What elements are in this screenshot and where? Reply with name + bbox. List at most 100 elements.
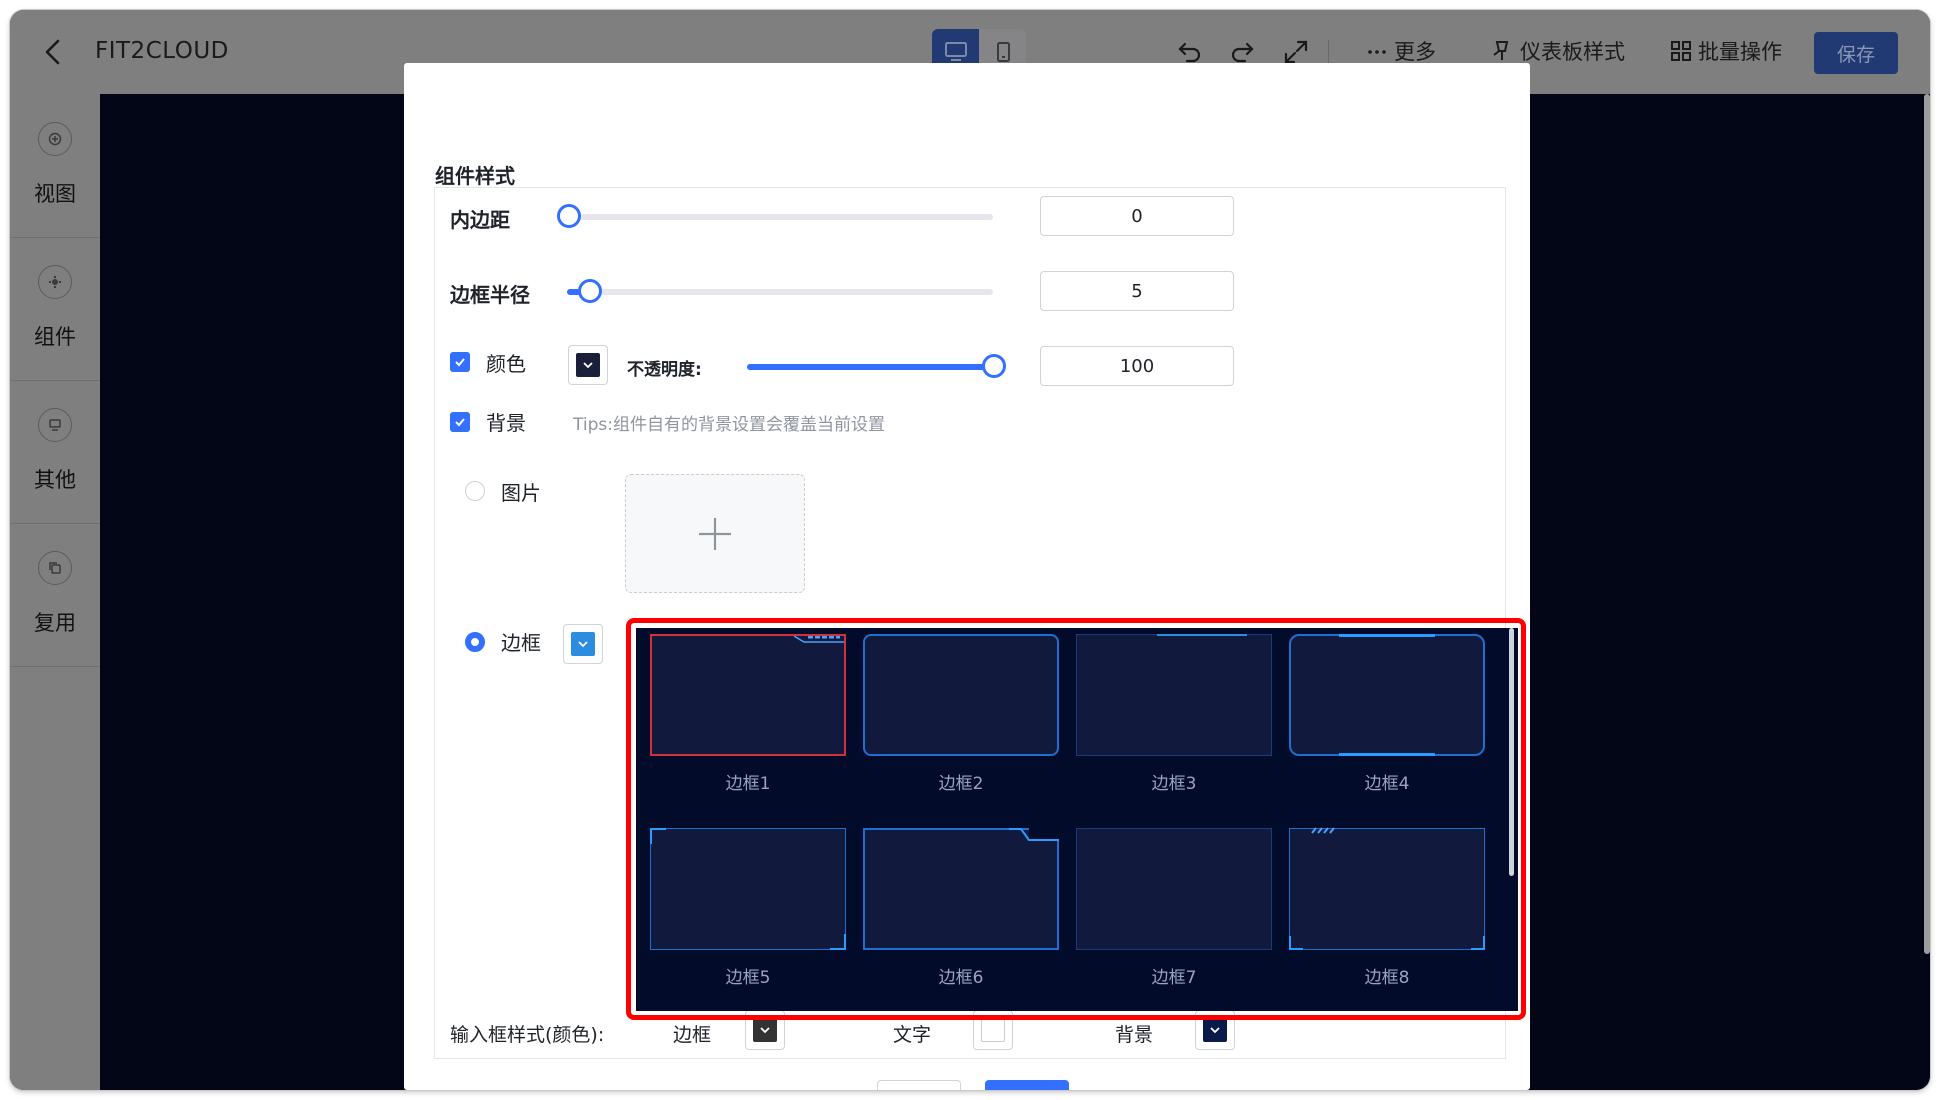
border-label-2: 边框2	[938, 774, 984, 794]
save-button[interactable]: 保存	[1814, 32, 1898, 74]
app-title: FIT2CLOUD	[95, 38, 229, 64]
padding-slider[interactable]	[567, 214, 993, 220]
padding-label: 内边距	[450, 208, 510, 232]
border-color-picker[interactable]	[563, 624, 603, 664]
border-tile-5[interactable]	[650, 828, 846, 950]
radius-label: 边框半径	[450, 283, 530, 307]
sidebar-item-other[interactable]: 其他	[10, 380, 100, 524]
dashboard-style-label: 仪表板样式	[1520, 40, 1625, 64]
border-tile-8[interactable]	[1289, 827, 1485, 950]
more-menu[interactable]: 更多	[1366, 36, 1436, 66]
border-radio-label: 边框	[501, 631, 541, 655]
chevron-down-icon	[760, 1027, 770, 1034]
color-checkbox[interactable]	[450, 352, 470, 372]
border-radio[interactable]	[465, 632, 485, 652]
border-tile-6[interactable]	[863, 828, 1059, 950]
back-icon[interactable]	[34, 32, 74, 72]
border-tile-1[interactable]	[650, 634, 846, 756]
border-deco-5b	[830, 934, 846, 950]
sidebar-item-component[interactable]: 组件	[10, 237, 100, 381]
left-sidebar: 视图 组件 其他 复用	[10, 94, 100, 1090]
batch-ops-menu[interactable]: 批量操作	[1670, 36, 1782, 66]
radius-slider[interactable]	[567, 289, 993, 295]
component-style-dialog: 组件样式 内边距 0 边框半径 5 颜色 不透明度: 100 背景 Tips:组…	[404, 63, 1530, 1090]
border-label-8: 边框8	[1364, 968, 1410, 988]
border-label-4: 边框4	[1364, 774, 1410, 794]
app-window: FIT2CLOUD 更多 仪表板样式 批量操作 保存 视图 组件 其他 复用 组…	[10, 10, 1930, 1090]
chevron-down-icon	[583, 362, 593, 369]
border-selector: 边框1 边框2 边框3 边框4 边框5 边框6 边框7 边框8	[636, 628, 1518, 1011]
border-deco-8	[1311, 827, 1335, 834]
cancel-button[interactable]	[877, 1080, 961, 1090]
sidebar-item-label: 其他	[34, 468, 76, 492]
border-deco-8c	[1471, 936, 1485, 950]
border-tile-3[interactable]	[1076, 634, 1272, 756]
background-checkbox[interactable]	[450, 412, 470, 432]
monitor-icon	[944, 42, 967, 61]
input-border-label: 边框	[673, 1024, 712, 1046]
border-deco-4	[1339, 634, 1435, 637]
input-text-label: 文字	[893, 1024, 932, 1046]
paint-icon	[1493, 41, 1509, 60]
border-label-1: 边框1	[725, 774, 771, 794]
section-title: 组件样式	[435, 164, 515, 188]
image-upload[interactable]	[625, 474, 805, 593]
border-deco-8b	[1289, 936, 1303, 950]
other-icon	[38, 408, 72, 442]
border-label-6: 边框6	[938, 968, 984, 988]
input-border-swatch	[753, 1018, 777, 1042]
sidebar-item-label: 视图	[34, 182, 76, 206]
input-style-label: 输入框样式(颜色):	[450, 1024, 605, 1046]
border-label-5: 边框5	[725, 968, 771, 988]
more-label: 更多	[1394, 40, 1436, 64]
phone-icon	[996, 42, 1010, 62]
plus-icon	[699, 517, 731, 550]
ellipsis-icon	[1368, 50, 1386, 54]
opacity-slider-thumb[interactable]	[982, 354, 1006, 378]
border-tile-7[interactable]	[1076, 828, 1272, 950]
chevron-down-icon	[578, 641, 588, 648]
padding-input[interactable]: 0	[1040, 196, 1234, 236]
radius-input[interactable]: 5	[1040, 271, 1234, 311]
input-background-swatch	[1203, 1018, 1227, 1042]
border-selector-scrollbar[interactable]	[1509, 628, 1514, 876]
sidebar-item-view[interactable]: 视图	[10, 94, 100, 238]
input-background-label: 背景	[1115, 1024, 1154, 1046]
input-text-swatch	[981, 1018, 1005, 1042]
opacity-label: 不透明度:	[627, 360, 702, 380]
confirm-button[interactable]	[985, 1080, 1069, 1090]
sidebar-item-reuse[interactable]: 复用	[10, 523, 100, 667]
image-radio[interactable]	[465, 481, 485, 501]
radius-slider-thumb[interactable]	[578, 279, 602, 303]
color-picker[interactable]	[568, 345, 608, 385]
border-tile-4[interactable]	[1289, 634, 1485, 756]
grid-icon	[1671, 41, 1691, 61]
background-label: 背景	[486, 411, 526, 435]
sidebar-item-label: 组件	[34, 325, 76, 349]
border-deco-4b	[1339, 753, 1435, 756]
border-label-7: 边框7	[1151, 968, 1197, 988]
border-deco-3	[1157, 634, 1247, 636]
check-icon	[455, 358, 465, 367]
dashboard-style-menu[interactable]: 仪表板样式	[1490, 36, 1625, 66]
check-icon	[455, 418, 465, 427]
padding-slider-thumb[interactable]	[557, 204, 581, 228]
canvas-scrollbar[interactable]	[1924, 94, 1930, 954]
color-label: 颜色	[486, 352, 526, 376]
color-swatch	[576, 353, 600, 377]
reuse-icon	[38, 551, 72, 585]
border-label-3: 边框3	[1151, 774, 1197, 794]
opacity-input[interactable]: 100	[1040, 346, 1234, 386]
background-tips: Tips:组件自有的背景设置会覆盖当前设置	[573, 415, 885, 435]
sidebar-item-label: 复用	[34, 611, 76, 635]
component-icon	[38, 265, 72, 299]
border-deco-6	[1009, 828, 1059, 841]
border-deco-5	[650, 828, 666, 844]
border-color-swatch	[571, 632, 595, 656]
border-tile-2[interactable]	[863, 634, 1059, 756]
image-radio-label: 图片	[501, 481, 541, 505]
chevron-down-icon	[1210, 1027, 1220, 1034]
batch-ops-label: 批量操作	[1698, 40, 1782, 64]
view-icon	[38, 122, 72, 156]
border-deco-1	[794, 636, 844, 643]
